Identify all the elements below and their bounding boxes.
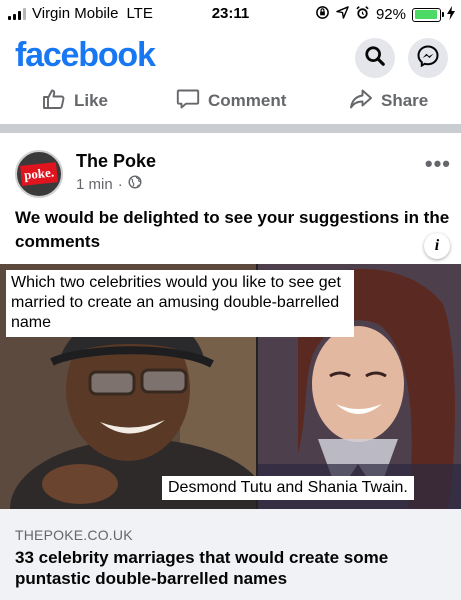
- facebook-logo[interactable]: facebook: [15, 36, 156, 75]
- comment-button[interactable]: Comment: [176, 86, 286, 116]
- like-label: Like: [74, 91, 109, 110]
- post-text: We would be delighted to see your sugges…: [15, 208, 450, 251]
- app-header: facebook: [0, 28, 461, 88]
- share-label: Share: [381, 91, 429, 110]
- globe-icon: [128, 175, 142, 193]
- search-icon: [364, 45, 386, 72]
- search-button[interactable]: [355, 38, 395, 78]
- charging-icon: [447, 5, 455, 24]
- post-actions-bar: Like Comment Share: [0, 86, 461, 120]
- feed-divider: [0, 124, 461, 133]
- status-bar: Virgin Mobile LTE 23:11 92%: [0, 0, 461, 28]
- rotation-lock-icon: [315, 5, 330, 24]
- comment-icon: [176, 88, 200, 115]
- more-options-icon[interactable]: •••: [425, 151, 451, 177]
- page-name[interactable]: The Poke: [76, 151, 156, 172]
- battery-percent: 92%: [375, 6, 406, 23]
- share-button[interactable]: Share: [349, 86, 428, 116]
- messenger-button[interactable]: [408, 38, 448, 78]
- link-title: 33 celebrity marriages that would create…: [15, 548, 389, 588]
- link-preview-card[interactable]: THEPOKE.CO.UK 33 celebrity marriages tha…: [0, 509, 461, 600]
- image-caption-question: Which two celebrities would you like to …: [6, 270, 354, 337]
- thumbs-up-icon: [42, 88, 66, 115]
- messenger-icon: [416, 44, 440, 73]
- page-avatar[interactable]: poke.: [15, 150, 63, 198]
- post-meta: 1 min ·: [76, 175, 142, 193]
- share-icon: [349, 88, 373, 115]
- meta-separator: ·: [117, 175, 123, 193]
- image-caption-answer: Desmond Tutu and Shania Twain.: [162, 476, 414, 500]
- info-icon[interactable]: i: [424, 233, 450, 259]
- link-domain: THEPOKE.CO.UK: [15, 527, 133, 543]
- battery-icon: [412, 7, 444, 22]
- location-icon: [336, 6, 349, 23]
- comment-label: Comment: [208, 91, 287, 110]
- avatar-logo-text: poke.: [20, 162, 58, 186]
- alarm-icon: [355, 5, 370, 24]
- link-image[interactable]: Which two celebrities would you like to …: [0, 264, 461, 509]
- like-button[interactable]: Like: [42, 86, 108, 116]
- post-time[interactable]: 1 min: [76, 176, 113, 193]
